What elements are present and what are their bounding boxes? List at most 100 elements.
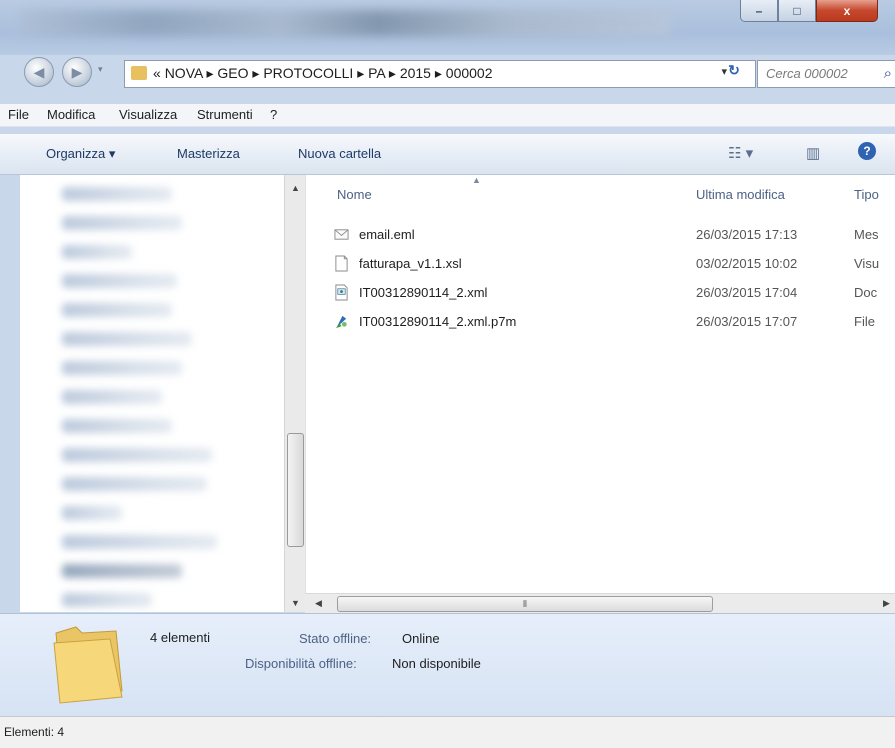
file-type: Visu xyxy=(854,256,880,271)
menu-strumenti[interactable]: Strumenti xyxy=(197,107,253,122)
document-icon xyxy=(335,255,348,272)
nav-tree-item[interactable] xyxy=(62,535,217,549)
nav-tree-item-selected[interactable] xyxy=(62,564,182,578)
xml-icon xyxy=(335,284,348,301)
file-row[interactable]: IT00312890114_2.xml.p7m 26/03/2015 17:07… xyxy=(306,309,895,335)
nav-tree-item[interactable] xyxy=(62,274,177,288)
organizza-button[interactable]: Organizza ▾ xyxy=(46,146,115,162)
nav-tree-item[interactable] xyxy=(62,303,172,317)
window-controls: – □ x xyxy=(740,0,878,22)
navigation-pane-scrollbar[interactable]: ▲ ▼ xyxy=(284,175,305,612)
breadcrumb: « NOVA ▸ GEO ▸ PROTOCOLLI ▸ PA ▸ 2015 ▸ … xyxy=(153,65,493,82)
sort-ascending-icon: ▲ xyxy=(472,175,481,185)
scrollbar-thumb[interactable] xyxy=(287,433,304,547)
file-modified: 26/03/2015 17:07 xyxy=(696,314,798,329)
column-header-modified[interactable]: Ultima modifica xyxy=(696,187,785,202)
back-arrow-icon: ◀ xyxy=(33,63,45,80)
nav-tree-item[interactable] xyxy=(62,448,212,462)
offline-status-value: Online xyxy=(402,631,440,646)
recent-pages-chevron-icon[interactable]: ▾ xyxy=(98,64,103,75)
file-type: Doc xyxy=(854,285,878,300)
menu-modifica[interactable]: Modifica xyxy=(47,107,95,122)
horizontal-scrollbar[interactable]: ◀ ⦀ ▶ xyxy=(305,593,895,613)
navigation-pane[interactable] xyxy=(20,175,284,612)
refresh-icon: ↻ xyxy=(728,62,740,78)
menu-bar: File Modifica Visualizza Strumenti ? xyxy=(0,104,895,127)
search-input[interactable]: Cerca 000002 ⌕ xyxy=(757,60,895,88)
nav-tree-item[interactable] xyxy=(62,477,207,491)
breadcrumb-item[interactable]: PA xyxy=(368,65,385,81)
nav-tree-item[interactable] xyxy=(62,332,192,346)
file-list: Nome ▲ Ultima modifica Tipo email.eml 26… xyxy=(305,175,895,593)
preview-pane-icon[interactable]: ▥ xyxy=(806,144,820,162)
breadcrumb-item[interactable]: 2015 xyxy=(400,65,431,81)
nav-tree-item[interactable] xyxy=(62,593,152,607)
nav-tree-item[interactable] xyxy=(62,390,162,404)
minimize-button[interactable]: – xyxy=(740,0,778,22)
nav-tree-item[interactable] xyxy=(62,216,182,230)
offline-availability-value: Non disponibile xyxy=(392,656,481,671)
scroll-left-arrow-icon[interactable]: ◀ xyxy=(315,598,322,609)
nav-tree-item[interactable] xyxy=(62,361,182,375)
title-bar[interactable]: – □ x ◀ ▶ ▾ xyxy=(0,0,895,87)
search-icon[interactable]: ⌕ xyxy=(884,65,892,82)
help-icon[interactable]: ? xyxy=(858,142,876,160)
close-button[interactable]: x xyxy=(816,0,878,22)
column-header-name[interactable]: Nome xyxy=(337,187,372,202)
status-bar: Elementi: 4 xyxy=(0,716,895,748)
file-name: IT00312890114_2.xml xyxy=(359,285,488,300)
offline-status-label: Stato offline: xyxy=(299,631,372,646)
nav-tree-item[interactable] xyxy=(62,245,132,259)
menu-file[interactable]: File xyxy=(8,107,29,122)
nav-tree-item[interactable] xyxy=(62,506,122,520)
new-folder-button[interactable]: Nuova cartella xyxy=(298,146,381,161)
details-pane: 4 elementi Stato offline: Online Disponi… xyxy=(0,613,895,716)
forward-arrow-icon: ▶ xyxy=(71,63,83,80)
breadcrumb-item[interactable]: NOVA xyxy=(165,65,203,81)
file-row[interactable]: fatturapa_v1.1.xsl 03/02/2015 10:02 Visu xyxy=(306,251,895,277)
file-modified: 03/02/2015 10:02 xyxy=(696,256,798,271)
file-modified: 26/03/2015 17:04 xyxy=(696,285,798,300)
menu-visualizza[interactable]: Visualizza xyxy=(119,107,177,122)
breadcrumb-item[interactable]: GEO xyxy=(217,65,248,81)
maximize-button[interactable]: □ xyxy=(778,0,816,22)
command-bar: Organizza ▾ Masterizza Nuova cartella ☷ … xyxy=(0,134,895,175)
file-row[interactable]: IT00312890114_2.xml 26/03/2015 17:04 Doc xyxy=(306,280,895,306)
nav-tree-item[interactable] xyxy=(62,187,172,201)
breadcrumb-overflow[interactable]: « xyxy=(153,65,161,81)
breadcrumb-separator-icon[interactable]: ▸ xyxy=(357,65,364,81)
back-button[interactable]: ◀ xyxy=(24,57,54,87)
column-header-type[interactable]: Tipo xyxy=(854,187,879,202)
menu-help[interactable]: ? xyxy=(270,107,277,122)
breadcrumb-item[interactable]: PROTOCOLLI xyxy=(263,65,353,81)
file-type: File xyxy=(854,314,875,329)
masterizza-button[interactable]: Masterizza xyxy=(177,146,240,161)
scroll-up-arrow-icon[interactable]: ▲ xyxy=(291,183,300,193)
item-count: 4 elementi xyxy=(150,630,210,645)
breadcrumb-separator-icon[interactable]: ▸ xyxy=(435,65,442,81)
address-bar[interactable]: « NOVA ▸ GEO ▸ PROTOCOLLI ▸ PA ▸ 2015 ▸ … xyxy=(124,60,756,88)
file-modified: 26/03/2015 17:13 xyxy=(696,227,798,242)
email-icon xyxy=(334,229,349,240)
folder-icon xyxy=(53,626,123,704)
history-buttons: ◀ ▶ ▾ xyxy=(24,57,124,89)
scroll-right-arrow-icon[interactable]: ▶ xyxy=(883,598,890,609)
file-name: fatturapa_v1.1.xsl xyxy=(359,256,462,271)
breadcrumb-item[interactable]: 000002 xyxy=(446,65,493,81)
folder-icon xyxy=(131,66,147,80)
file-row[interactable]: email.eml 26/03/2015 17:13 Mes xyxy=(306,222,895,248)
scroll-down-arrow-icon[interactable]: ▼ xyxy=(291,598,300,608)
scrollbar-thumb[interactable]: ⦀ xyxy=(337,596,713,612)
file-name: email.eml xyxy=(359,227,415,242)
offline-availability-label: Disponibilità offline: xyxy=(245,656,357,671)
forward-button[interactable]: ▶ xyxy=(62,57,92,87)
blurred-window-title xyxy=(20,10,670,36)
breadcrumb-separator-icon[interactable]: ▸ xyxy=(206,65,213,81)
nav-tree-item[interactable] xyxy=(62,419,172,433)
breadcrumb-separator-icon[interactable]: ▸ xyxy=(252,65,259,81)
view-options-icon[interactable]: ☷ ▾ xyxy=(728,144,753,162)
signed-file-icon xyxy=(335,315,347,329)
breadcrumb-separator-icon[interactable]: ▸ xyxy=(389,65,396,81)
refresh-button[interactable]: ↻ xyxy=(720,62,748,84)
file-name: IT00312890114_2.xml.p7m xyxy=(359,314,517,329)
